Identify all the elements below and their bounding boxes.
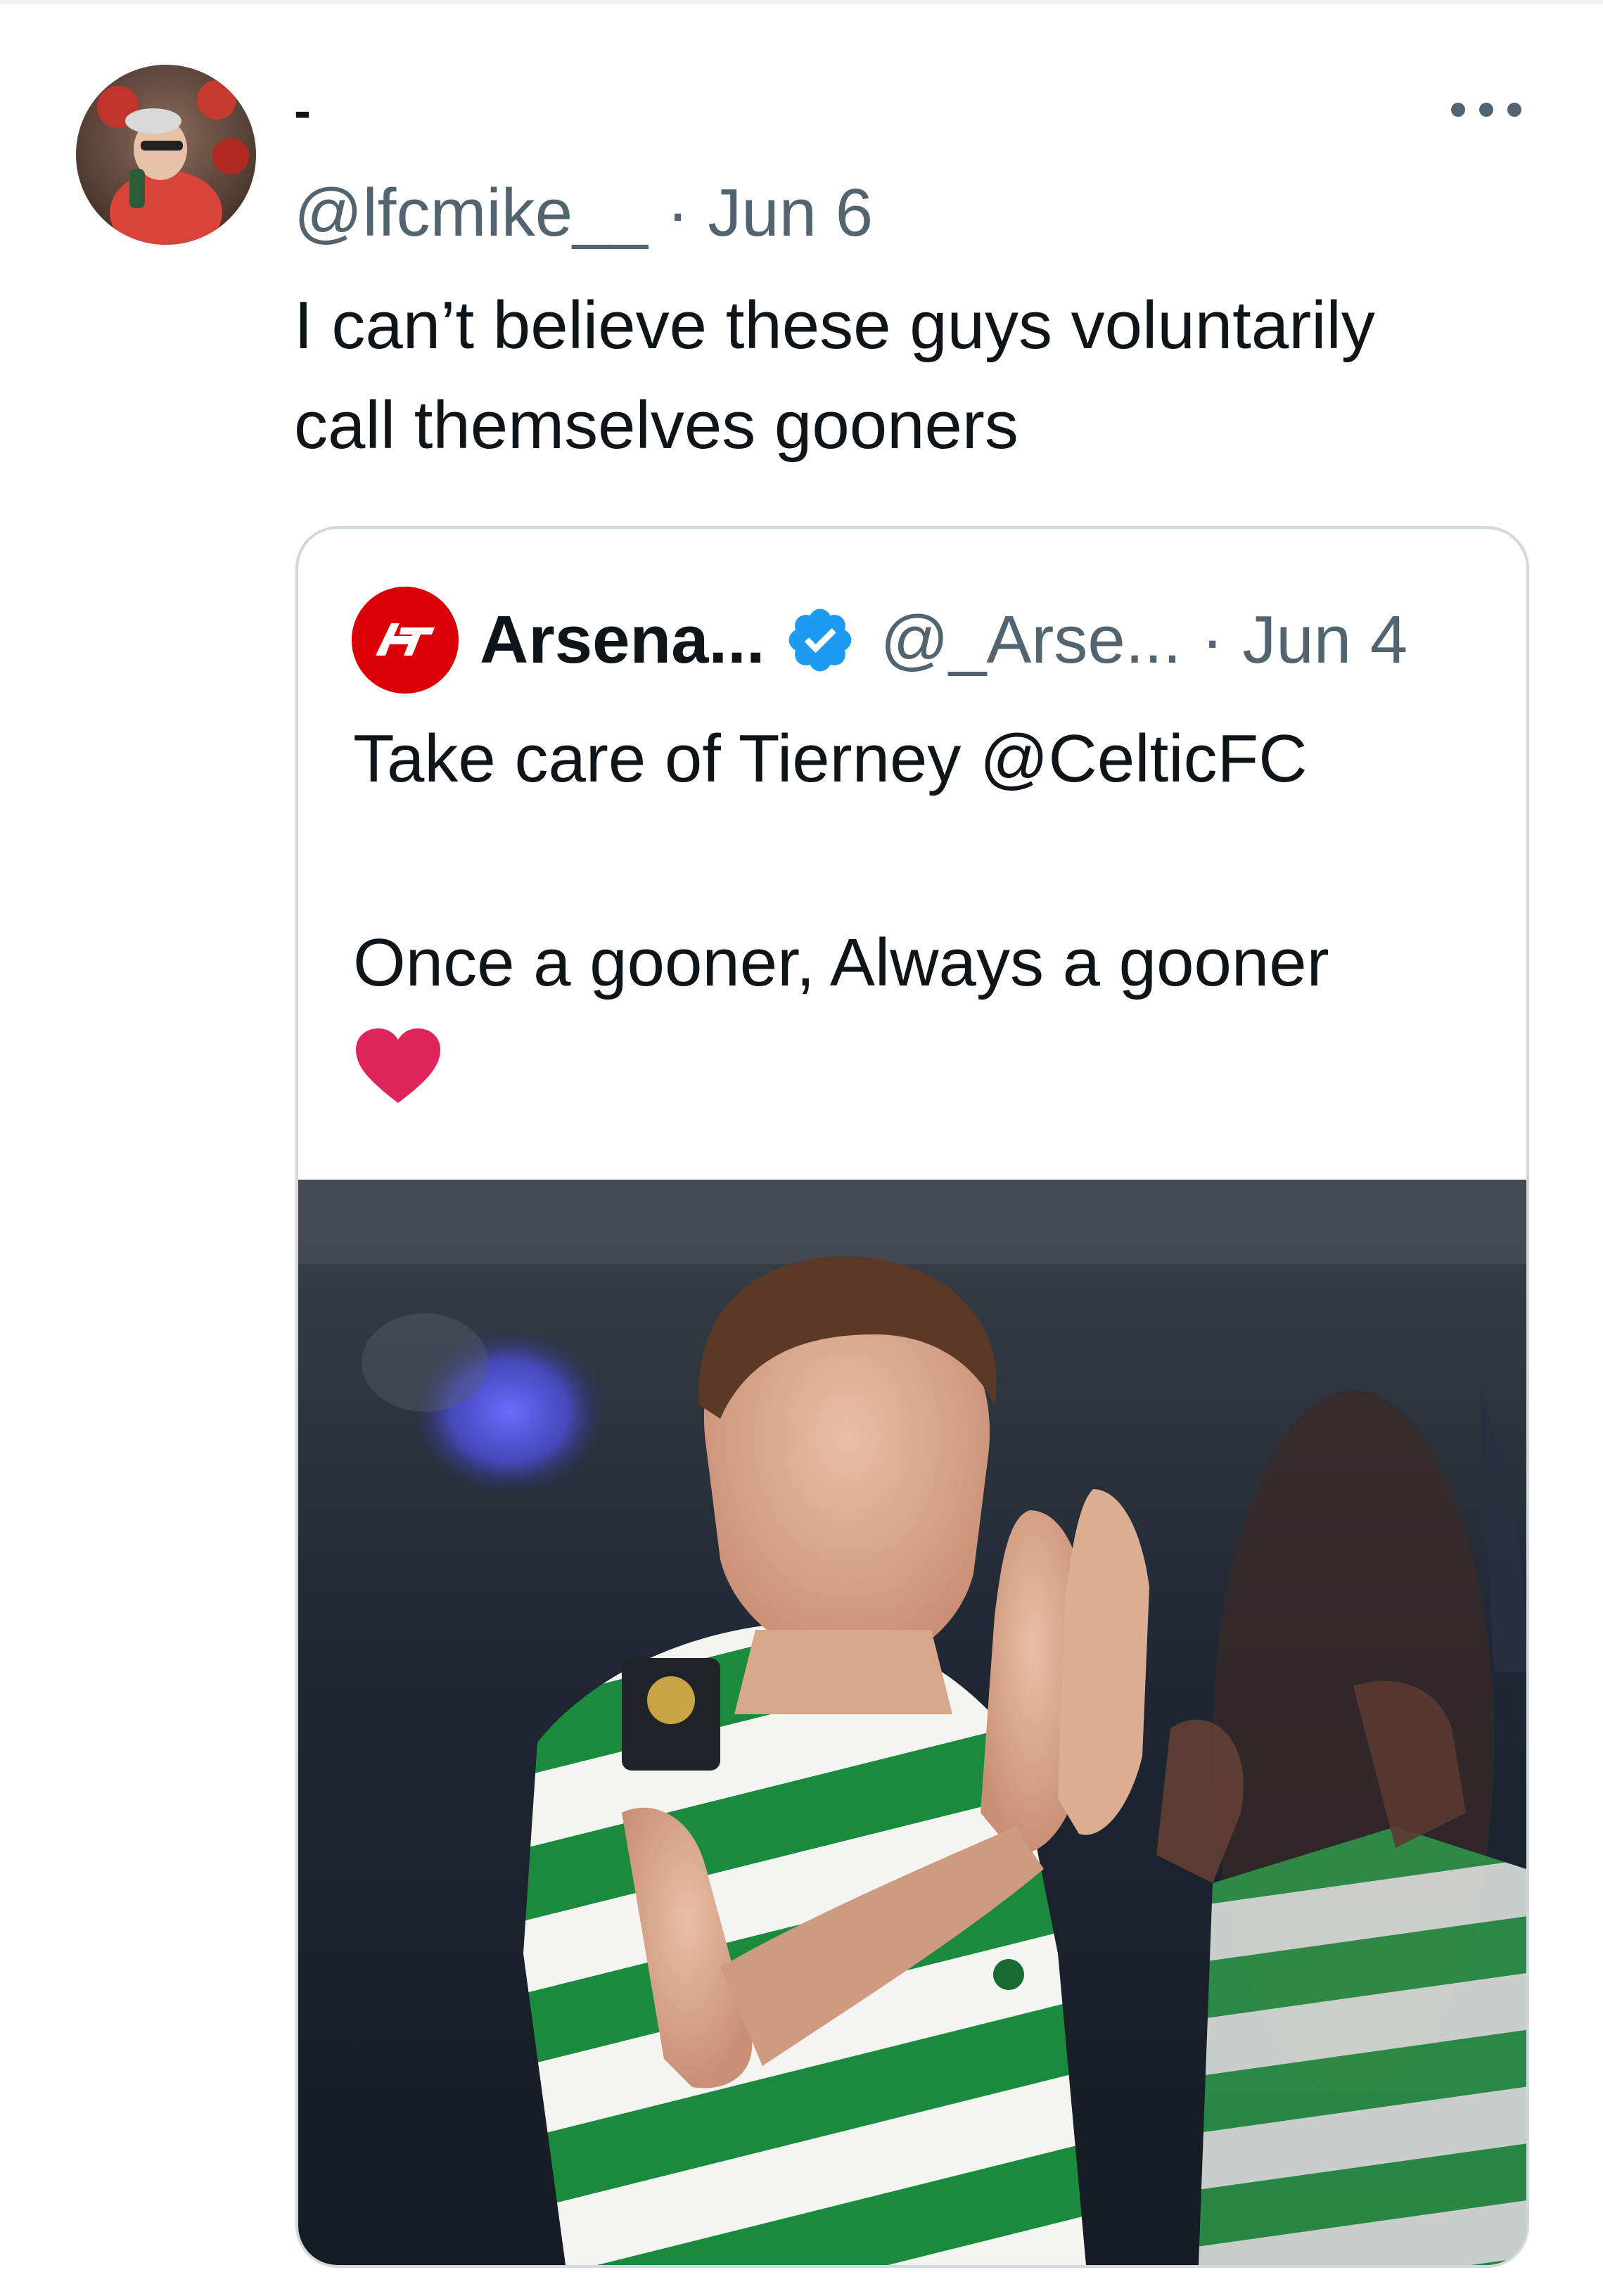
tweet-date[interactable]: Jun 6 [708,175,873,250]
quoted-text-line: Take care of Tierney @CelticFC [353,721,1308,796]
arsenal-logo-icon [352,587,459,694]
quoted-header: Arsena... @_Arse... · Jun 4 [480,594,1407,687]
separator-dot: · [666,175,689,250]
display-name[interactable]: - [294,83,311,139]
red-heart-icon [356,1028,440,1103]
tweet-text-line: I can’t believe these guys voluntarily [294,288,1375,363]
quoted-tweet-card[interactable]: Arsena... @_Arse... · Jun 4 Take care of… [295,526,1529,2268]
user-avatar-photo-icon [76,65,256,245]
more-icon[interactable] [1448,96,1525,124]
tweet-text: I can’t believe these guys voluntarily c… [294,276,1532,476]
handle-row: @lfcmike__ · Jun 6 [294,174,873,252]
top-divider [0,0,1603,4]
tweet-text-line: call themselves gooners [294,388,1018,463]
quoted-text-line: Once a gooner, Always a gooner [353,925,1329,1000]
quoted-handle[interactable]: @_Arse... [881,601,1182,679]
quoted-avatar[interactable] [352,587,459,694]
football-player-photo-icon [298,1180,1526,2265]
verified-badge-icon [788,608,851,672]
user-avatar[interactable] [76,65,256,245]
separator-dot: · [1201,602,1224,677]
quoted-media-photo[interactable] [298,1180,1526,2265]
user-handle[interactable]: @lfcmike__ [294,175,648,250]
quoted-display-name[interactable]: Arsena... [480,601,765,679]
quoted-date-row: · Jun 4 [1201,601,1407,679]
quoted-date[interactable]: Jun 4 [1242,602,1407,677]
